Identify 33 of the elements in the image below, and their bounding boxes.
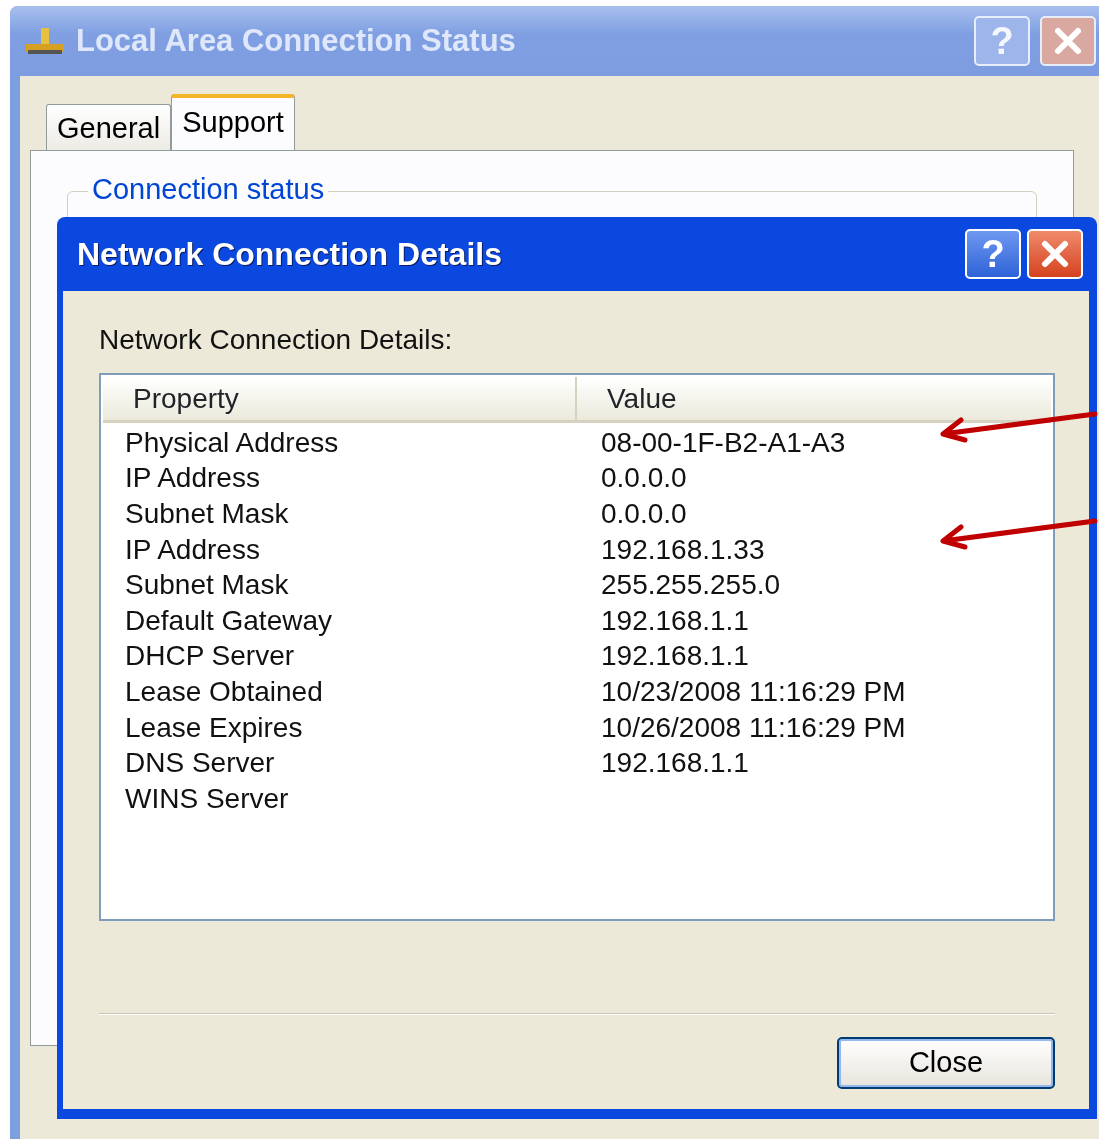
property-cell-text: Lease Obtained [124, 674, 324, 709]
property-cell-text: WINS Server [124, 781, 290, 816]
column-header[interactable]: Value [577, 377, 677, 420]
column-header[interactable]: Property [103, 377, 577, 420]
value-cell-text: 10/23/2008 11:16:29 PM [601, 674, 906, 709]
close-icon [1040, 239, 1070, 269]
value-cell-text: 08-00-1F-B2-A1-A3 [601, 425, 846, 460]
value-cell-text: 192.168.1.1 [601, 639, 749, 674]
value-cell-text: 192.168.1.1 [601, 746, 749, 781]
value-cell-text: 192.168.1.33 [601, 532, 765, 567]
property-cell-text: DHCP Server [124, 639, 296, 674]
value-cell-text: 255.255.255.0 [601, 568, 781, 603]
property-cell-text: Subnet Mask [124, 568, 290, 603]
property-cell-text: Lease Expires [124, 710, 304, 745]
window-title: Local Area Connection Status [76, 21, 517, 60]
tab[interactable]: General [46, 104, 172, 150]
value-cell-text: 10/26/2008 11:16:29 PM [601, 710, 906, 745]
property-cell-text: Subnet Mask [124, 497, 290, 531]
property-cell-text: IP Address [124, 461, 261, 496]
property-cell-text: Physical Address [124, 425, 340, 460]
dialog-title: Network Connection Details [77, 235, 503, 274]
network-icon [24, 26, 66, 56]
property-cell-text: DNS Server [124, 746, 276, 781]
property-cell-text: Default Gateway [124, 603, 333, 638]
help-button[interactable]: ? [965, 229, 1021, 279]
property-cell-text: IP Address [124, 532, 261, 567]
close-button[interactable]: Close [837, 1037, 1055, 1089]
list-label: Network Connection Details: [99, 323, 454, 357]
tab[interactable]: Support [171, 94, 295, 150]
close-icon [1053, 26, 1083, 56]
value-cell-text: 192.168.1.1 [601, 603, 749, 638]
value-cell-text: 0.0.0.0 [601, 461, 687, 496]
value-cell-text: 0.0.0.0 [601, 497, 687, 531]
